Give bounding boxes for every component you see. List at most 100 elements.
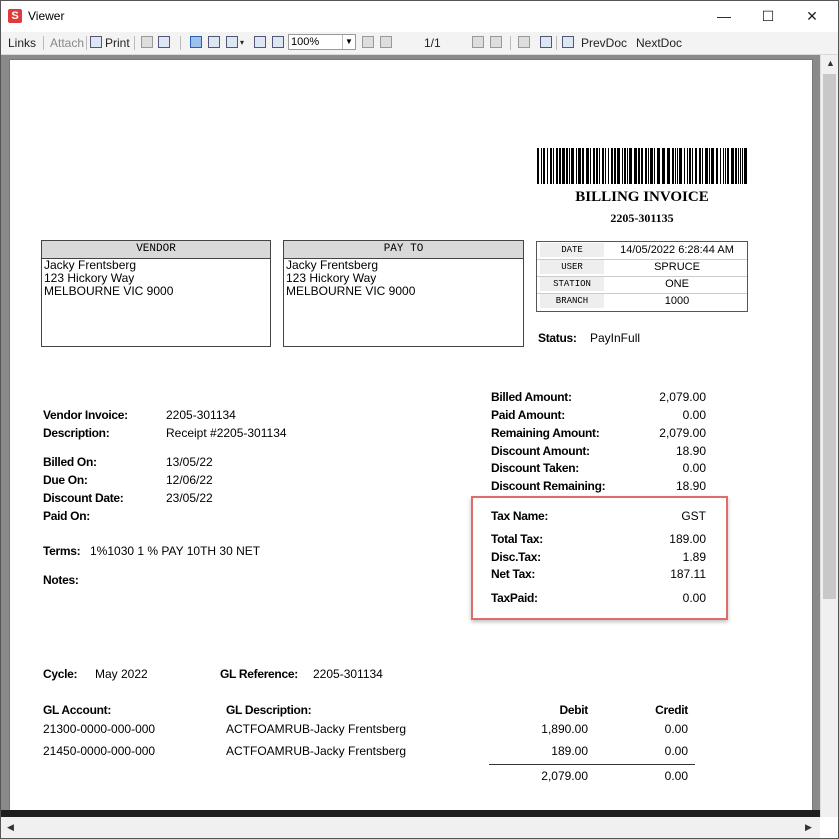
last-page-icon[interactable] (490, 36, 502, 48)
barcode-bar (582, 148, 584, 184)
printer-icon (90, 36, 102, 48)
tax-paid-label: TaxPaid: (491, 591, 538, 605)
multi-page-icon[interactable] (208, 36, 220, 48)
total-tax-value: 189.00 (669, 532, 706, 546)
barcode-bar (679, 148, 682, 184)
chevron-down-icon[interactable]: ▾ (240, 35, 244, 51)
single-page-icon[interactable] (190, 36, 202, 48)
minimize-button[interactable]: — (702, 4, 746, 28)
disc-tax-value: 1.89 (682, 550, 706, 564)
invoice-info-table: DATE 14/05/2022 6:28:44 AM USER SPRUCE S… (536, 241, 748, 312)
gl-total-debit: 2,079.00 (541, 769, 588, 783)
barcode-bar (641, 148, 643, 184)
info-value: ONE (665, 278, 689, 290)
info-value: 1000 (664, 295, 690, 307)
scroll-up-icon[interactable]: ▲ (822, 58, 839, 68)
barcode-bar (692, 148, 693, 184)
barcode-bar (709, 148, 710, 184)
zoom-out-icon[interactable] (272, 36, 284, 48)
net-tax-value: 187.11 (670, 567, 706, 581)
barcode-bar (650, 148, 653, 184)
barcode-bar (550, 148, 552, 184)
cycle-value: May 2022 (95, 667, 148, 681)
thumbnails-icon[interactable] (226, 36, 238, 48)
gl-reference-value: 2205-301134 (313, 667, 383, 681)
first-page-icon[interactable] (362, 36, 374, 48)
gl-row-account: 21450-0000-000-000 (43, 744, 156, 758)
toolbar-separator (510, 36, 511, 50)
maximize-button[interactable]: ☐ (746, 4, 790, 28)
info-key: STATION (540, 277, 604, 291)
gl-row-account: 21300-0000-000-000 (43, 722, 156, 736)
status-value: PayInFull (590, 331, 641, 345)
zoom-value: 100% (291, 36, 320, 48)
invoice-title: BILLING INVOICE (575, 189, 709, 205)
image-icon[interactable] (540, 36, 552, 48)
description-value: Receipt #2205-301134 (166, 426, 287, 440)
paid-amount-label: Paid Amount: (491, 408, 565, 422)
barcode-bar (622, 148, 623, 184)
barcode-bar (723, 148, 724, 184)
cycle-label: Cycle: (43, 667, 78, 681)
barcode-bar (559, 148, 561, 184)
barcode-bar (537, 148, 539, 184)
barcode-bar (699, 148, 701, 184)
scroll-right-icon[interactable]: ▶ (800, 822, 817, 833)
zoom-in-icon[interactable] (254, 36, 266, 48)
barcode-bar (634, 148, 637, 184)
barcode-bar (599, 148, 600, 184)
next-doc-button[interactable]: NextDoc (636, 35, 682, 51)
next-page-icon[interactable] (472, 36, 484, 48)
vertical-scroll-thumb[interactable] (823, 74, 836, 599)
chevron-down-icon[interactable]: ▼ (342, 35, 355, 49)
barcode-bar (590, 148, 591, 184)
terms-label: Terms: (43, 544, 81, 558)
due-on-label: Due On: (43, 473, 88, 487)
payto-header: PAY TO (284, 241, 523, 259)
info-value: 14/05/2022 6:28:44 AM (620, 244, 734, 256)
barcode-bar (593, 148, 595, 184)
paid-amount-value: 0.00 (682, 408, 706, 422)
previous-page-icon[interactable] (380, 36, 392, 48)
debit-header: Debit (559, 703, 588, 717)
refresh-icon[interactable] (518, 36, 530, 48)
barcode-bar (711, 148, 714, 184)
barcode-bar (624, 148, 626, 184)
gl-account-header: GL Account: (43, 703, 112, 717)
barcode-bar (716, 148, 718, 184)
discount-date-label: Discount Date: (43, 491, 124, 505)
barcode-bar (740, 148, 741, 184)
barcode-bar (744, 148, 747, 184)
document-icon[interactable] (562, 36, 574, 48)
total-tax-label: Total Tax: (491, 532, 543, 546)
horizontal-scrollbar[interactable]: ◀ ▶ (0, 817, 820, 839)
print-button[interactable]: Print (105, 35, 130, 51)
barcode-bar (608, 148, 609, 184)
tax-name-value: GST (681, 509, 706, 523)
info-row-station: STATION ONE (537, 276, 747, 294)
barcode-bar (547, 148, 548, 184)
zoom-select[interactable]: 100% ▼ (288, 34, 356, 50)
prev-doc-button[interactable]: PrevDoc (581, 35, 627, 51)
vendor-invoice-label: Vendor Invoice: (43, 408, 128, 422)
vendor-invoice-value: 2205-301134 (166, 408, 236, 422)
barcode-bar (684, 148, 685, 184)
barcode-bar (654, 148, 655, 184)
barcode-bar (705, 148, 708, 184)
barcode-bar (611, 148, 613, 184)
find-icon[interactable] (158, 36, 170, 48)
attach-button[interactable]: Attach (50, 35, 84, 51)
links-button[interactable]: Links (8, 35, 36, 51)
close-button[interactable]: ✕ (790, 4, 834, 28)
copy-icon[interactable] (141, 36, 153, 48)
app-icon: S (8, 9, 22, 23)
barcode-bar (553, 148, 554, 184)
info-value: SPRUCE (654, 261, 700, 273)
toolbar-separator (43, 36, 44, 50)
barcode-bar (662, 148, 665, 184)
scroll-left-icon[interactable]: ◀ (2, 822, 19, 833)
barcode-bar (687, 148, 688, 184)
info-key: DATE (540, 243, 604, 257)
barcode-bar (543, 148, 545, 184)
barcode-bar (541, 148, 542, 184)
